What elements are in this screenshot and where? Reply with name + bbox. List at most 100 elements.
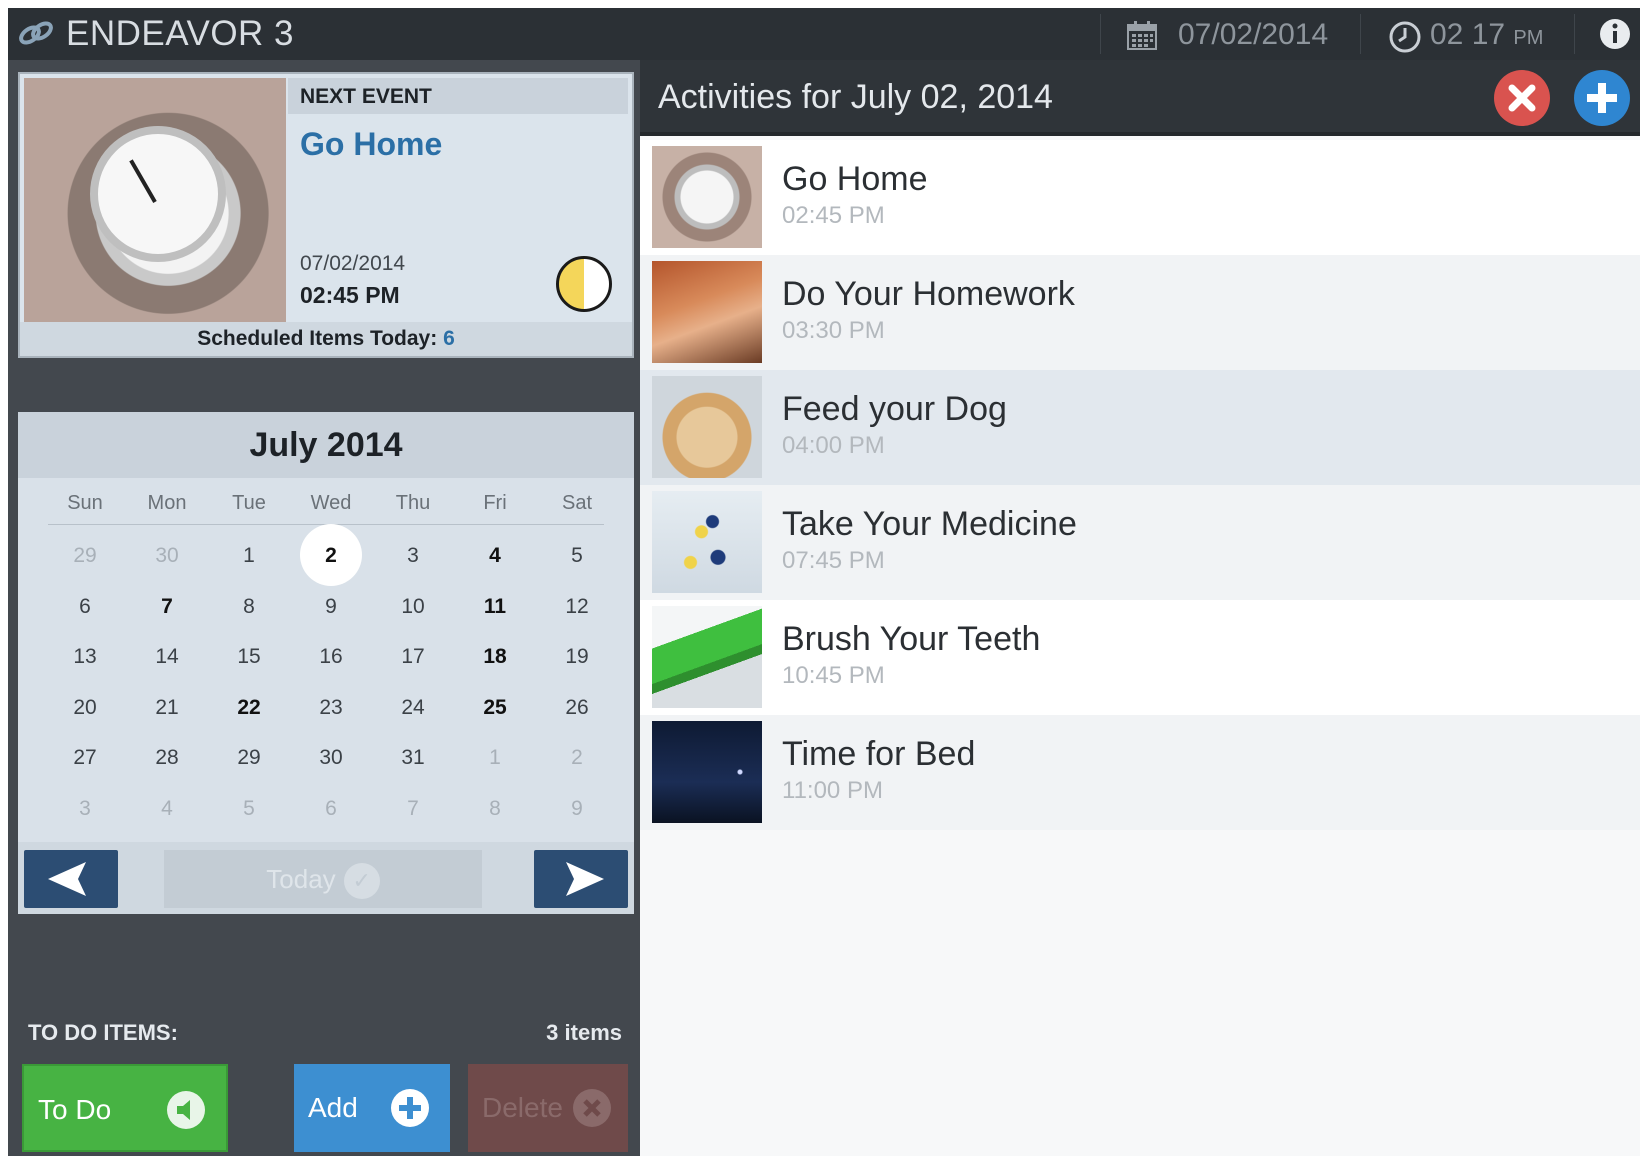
clock-icon[interactable]: [1388, 20, 1422, 54]
info-icon[interactable]: [1598, 17, 1632, 51]
activities-title: Activities for July 02, 2014: [658, 78, 1053, 116]
calendar-day[interactable]: 25: [454, 682, 536, 734]
calendar-day[interactable]: 2: [290, 524, 372, 586]
activity-item[interactable]: Brush Your Teeth 10:45 PM: [640, 600, 1640, 715]
calendar-day[interactable]: 30: [290, 732, 372, 784]
calendar-day[interactable]: 27: [44, 732, 126, 784]
link-icon: [19, 21, 53, 45]
activity-item[interactable]: Feed your Dog 04:00 PM: [640, 370, 1640, 485]
calendar-day-number: 21: [155, 695, 179, 719]
arrow-left-icon: [48, 862, 86, 896]
calendar-day[interactable]: 8: [208, 581, 290, 633]
add-todo-button[interactable]: Add: [294, 1064, 450, 1152]
plus-icon: [391, 1089, 429, 1127]
activity-time: 07:45 PM: [782, 547, 885, 574]
calendar-day[interactable]: 21: [126, 682, 208, 734]
calendar-day-grid: 29 30 1 2 3 4 5 6 7 8 9 10 11 12 13 14 15 16 17 18 19 20 21 22 2…: [18, 524, 634, 840]
scheduled-items-count: 6: [443, 327, 455, 350]
calendar-day[interactable]: 20: [44, 682, 126, 734]
top-bar: ENDEAVOR 3 07/02/2014 02 17 PM: [8, 8, 1640, 60]
close-button[interactable]: [1494, 70, 1550, 126]
calendar-day-number: 7: [161, 594, 173, 618]
previous-month-button[interactable]: [24, 850, 118, 908]
activity-name: Do Your Homework: [782, 275, 1075, 313]
close-icon: [1508, 84, 1536, 112]
activity-time: 10:45 PM: [782, 662, 885, 689]
weekday-label: Fri: [483, 492, 507, 514]
calendar-day-outside[interactable]: 1: [454, 732, 536, 784]
calendar-day[interactable]: 28: [126, 732, 208, 784]
calendar-day-outside[interactable]: 7: [372, 783, 454, 835]
today-label: Today: [266, 864, 336, 894]
calendar-day-number: 19: [565, 645, 589, 668]
add-activity-button[interactable]: [1574, 70, 1630, 126]
activity-name: Take Your Medicine: [782, 505, 1077, 543]
activity-time: 03:30 PM: [782, 317, 885, 344]
calendar-day[interactable]: 19: [536, 631, 618, 683]
calendar-day[interactable]: 22: [208, 682, 290, 734]
current-date: 07/02/2014: [1178, 18, 1329, 51]
calendar-day-number: 8: [243, 594, 255, 618]
calendar-day[interactable]: 9: [290, 581, 372, 633]
calendar-day[interactable]: 26: [536, 682, 618, 734]
activity-item[interactable]: Take Your Medicine 07:45 PM: [640, 485, 1640, 600]
calendar-day-number: 6: [325, 796, 337, 820]
calendar-day-number: 29: [237, 746, 261, 769]
next-event-label: NEXT EVENT: [300, 85, 432, 108]
app-window: ENDEAVOR 3 07/02/2014 02 17 PM NEXT EVEN…: [8, 8, 1640, 1156]
calendar-day[interactable]: 17: [372, 631, 454, 683]
activity-item[interactable]: Do Your Homework 03:30 PM: [640, 255, 1640, 370]
activity-time: 04:00 PM: [782, 432, 885, 459]
activity-item[interactable]: Time for Bed 11:00 PM: [640, 715, 1640, 830]
calendar-day[interactable]: 12: [536, 581, 618, 633]
today-button[interactable]: Today ✓: [164, 850, 482, 908]
calendar-day[interactable]: 5: [536, 530, 618, 582]
calendar-day[interactable]: 3: [372, 530, 454, 582]
calendar-day[interactable]: 6: [44, 581, 126, 633]
weekday-label: Mon: [147, 492, 187, 514]
calendar-day[interactable]: 1: [208, 530, 290, 582]
calendar-day-outside[interactable]: 6: [290, 783, 372, 835]
calendar-day[interactable]: 13: [44, 631, 126, 683]
next-event-card[interactable]: NEXT EVENT Go Home 07/02/2014 02:45 PM S…: [18, 72, 634, 358]
activity-item[interactable]: Go Home 02:45 PM: [640, 140, 1640, 255]
activity-list: Go Home 02:45 PM Do Your Homework 03:30 PM F…: [640, 140, 1640, 830]
calendar-day[interactable]: 4: [454, 530, 536, 582]
calendar-day[interactable]: 14: [126, 631, 208, 683]
calendar-day-outside[interactable]: 8: [454, 783, 536, 835]
calendar-day[interactable]: 15: [208, 631, 290, 683]
delete-todo-button[interactable]: Delete: [468, 1064, 628, 1152]
calendar-day[interactable]: 11: [454, 581, 536, 633]
next-month-button[interactable]: [534, 850, 628, 908]
calendar-day-outside[interactable]: 9: [536, 783, 618, 835]
calendar-day-outside[interactable]: 4: [126, 783, 208, 835]
homework-image: [652, 261, 762, 363]
left-panel: NEXT EVENT Go Home 07/02/2014 02:45 PM S…: [8, 60, 640, 1156]
calendar-icon[interactable]: [1126, 20, 1158, 50]
calendar-day-number: 18: [483, 645, 507, 668]
calendar-day-outside[interactable]: 3: [44, 783, 126, 835]
calendar-day[interactable]: 24: [372, 682, 454, 734]
calendar-day[interactable]: 23: [290, 682, 372, 734]
calendar-day[interactable]: 29: [208, 732, 290, 784]
calendar-day-number: 31: [401, 746, 425, 769]
calendar-day-number: 9: [571, 796, 583, 820]
app-title: ENDEAVOR 3: [66, 14, 295, 53]
calendar-day-number: 1: [489, 746, 501, 769]
calendar-day[interactable]: 16: [290, 631, 372, 683]
calendar-day-number: 7: [407, 796, 419, 820]
calendar-day-number: 10: [401, 594, 425, 618]
calendar-day-number: 13: [73, 645, 97, 668]
calendar-day-outside[interactable]: 5: [208, 783, 290, 835]
scheduled-items-label: Scheduled Items Today:: [197, 327, 438, 350]
calendar-day[interactable]: 7: [126, 581, 208, 633]
todo-button[interactable]: To Do: [22, 1064, 228, 1152]
calendar-day[interactable]: 10: [372, 581, 454, 633]
calendar-day-outside[interactable]: 2: [536, 732, 618, 784]
calendar-day-outside[interactable]: 29: [44, 530, 126, 582]
speaker-icon: [167, 1091, 205, 1129]
calendar-day-outside[interactable]: 30: [126, 530, 208, 582]
calendar-day[interactable]: 18: [454, 631, 536, 683]
calendar-day[interactable]: 31: [372, 732, 454, 784]
calendar-weekday-header: Sun Mon Tue Wed Thu Fri Sat: [18, 492, 634, 528]
